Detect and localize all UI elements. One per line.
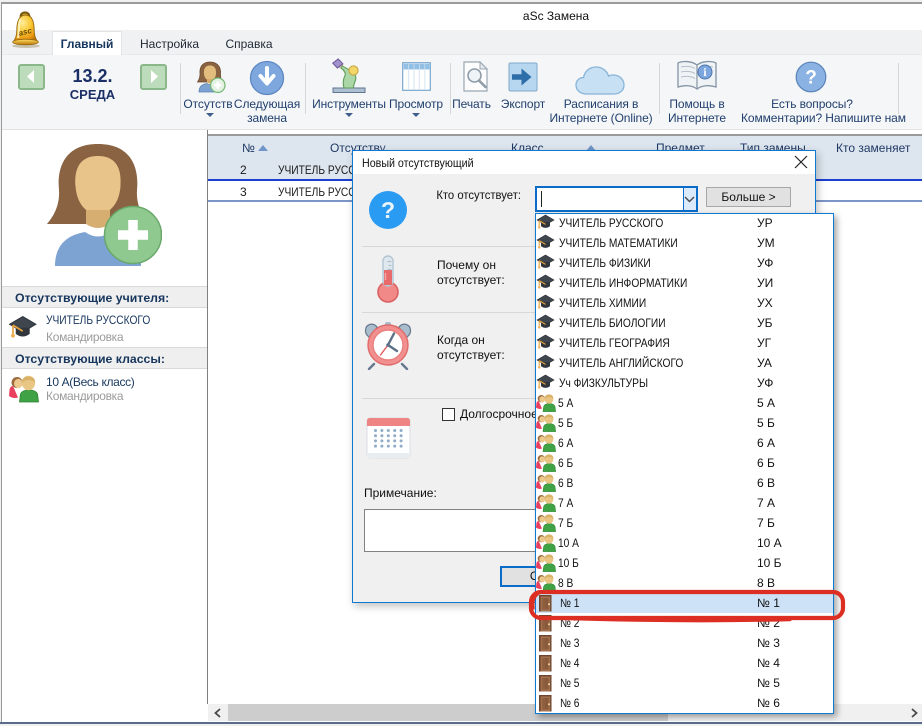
svg-text:?: ?: [381, 197, 395, 223]
svg-text:?: ?: [805, 68, 817, 89]
